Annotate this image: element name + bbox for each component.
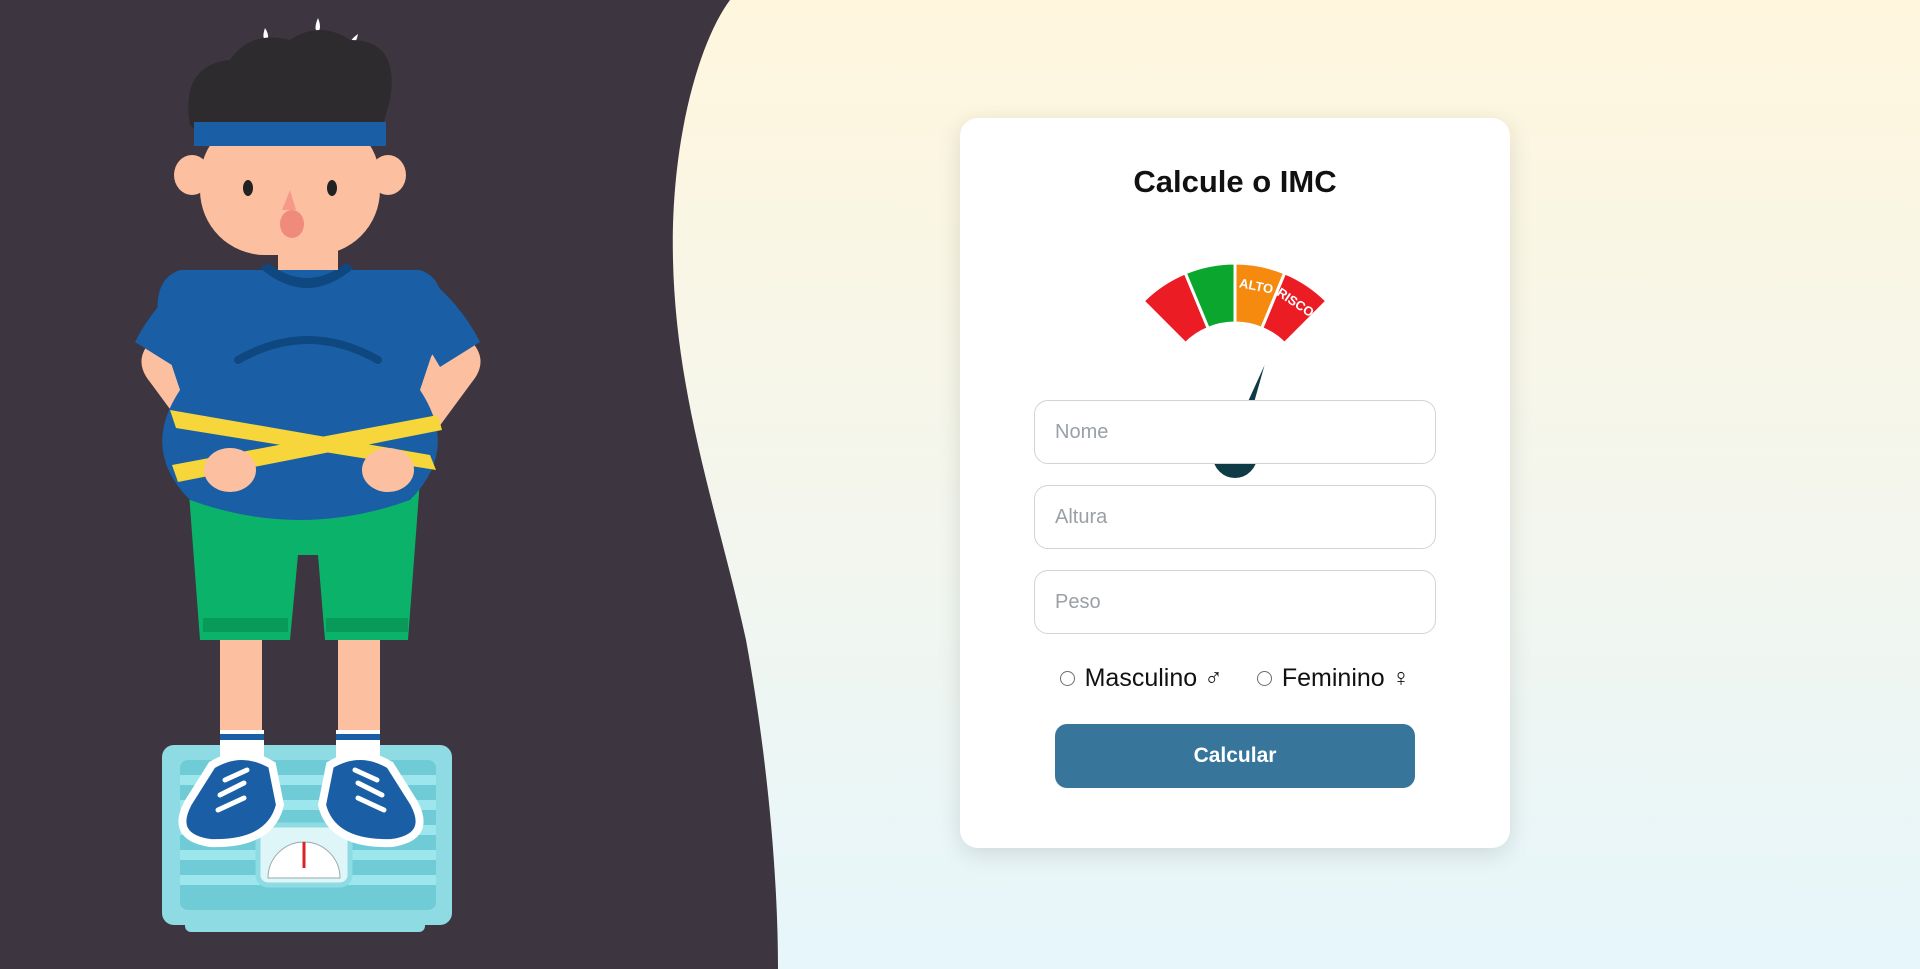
nome-input[interactable]: [1034, 400, 1436, 464]
imc-form-card: Calcule o IMC ALTORISCOIMC Masculino ♂ F…: [960, 118, 1510, 848]
masculino-label: Masculino ♂: [1084, 664, 1223, 692]
page-title: Calcule o IMC: [1133, 164, 1337, 199]
gender-option-feminino[interactable]: Feminino ♀: [1256, 664, 1411, 693]
imc-gauge: ALTORISCOIMC: [1140, 261, 1330, 480]
calcular-button[interactable]: Calcular: [1055, 724, 1415, 788]
gender-radio-group: Masculino ♂ Feminino ♀: [960, 664, 1510, 693]
altura-input[interactable]: [1034, 485, 1436, 549]
peso-input[interactable]: [1034, 570, 1436, 634]
masculino-radio[interactable]: [1059, 671, 1075, 686]
page: Calcule o IMC ALTORISCOIMC Masculino ♂ F…: [0, 0, 1920, 969]
feminino-label: Feminino ♀: [1281, 664, 1411, 692]
man-on-scale-illustration: [135, 18, 481, 932]
gender-option-masculino[interactable]: Masculino ♂: [1059, 664, 1223, 693]
feminino-radio[interactable]: [1256, 671, 1272, 686]
